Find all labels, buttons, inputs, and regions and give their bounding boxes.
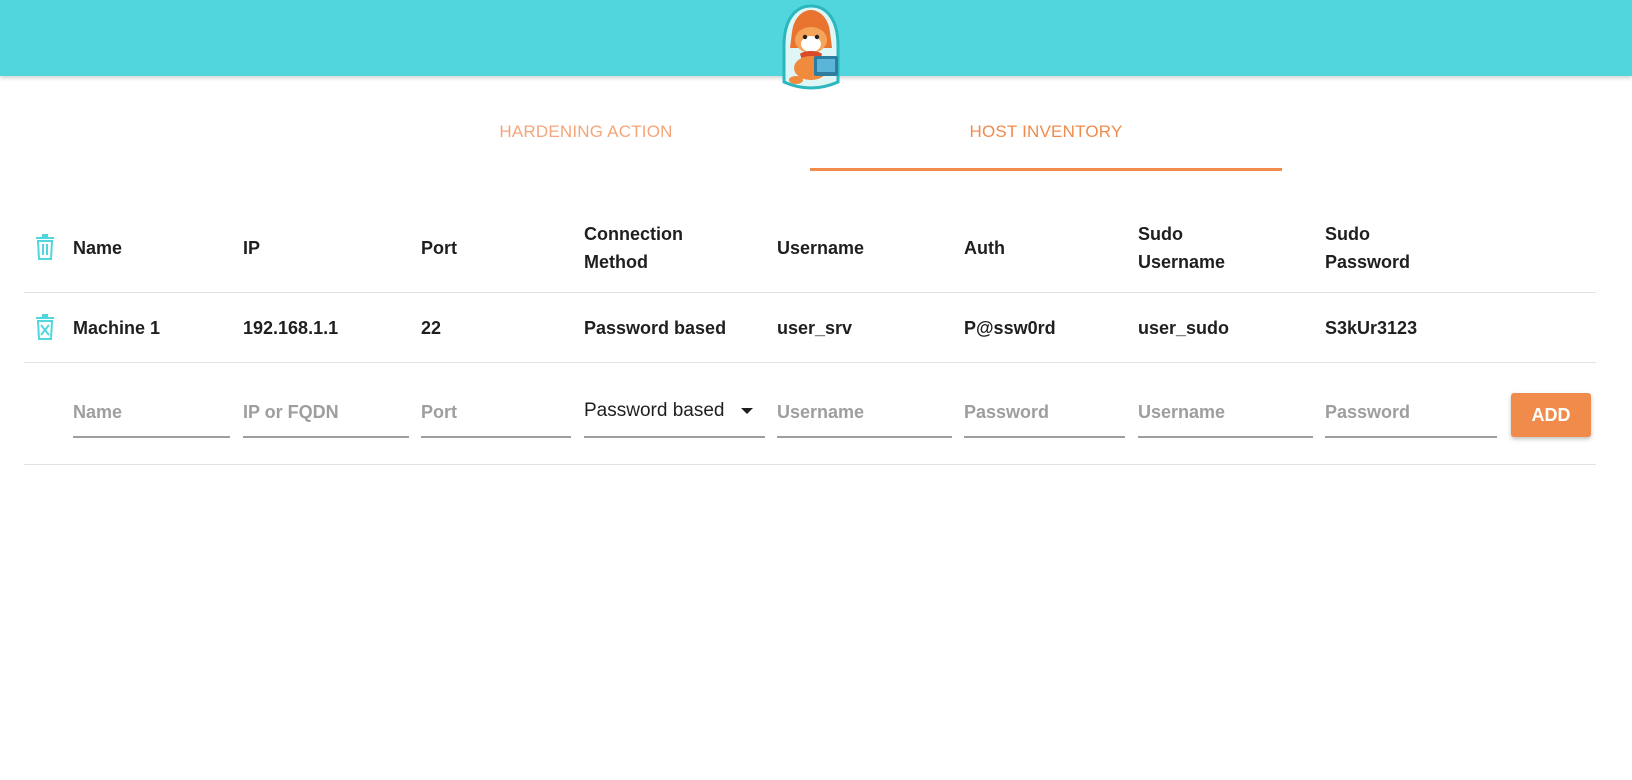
cell-sudo-password: S3kUr3123 xyxy=(1325,318,1418,338)
chevron-down-icon xyxy=(741,408,753,414)
add-button[interactable]: ADD xyxy=(1511,393,1591,437)
cell-port: 22 xyxy=(421,318,442,338)
port-field-container xyxy=(421,390,571,438)
column-header-connection-line2: Method xyxy=(584,252,648,272)
column-header-sudo-username: Sudo Username xyxy=(1138,220,1225,276)
column-header-ip: IP xyxy=(243,238,261,258)
port-input[interactable] xyxy=(421,390,571,434)
column-header-sudo-password-line1: Sudo xyxy=(1325,224,1370,244)
sudo-password-input[interactable] xyxy=(1325,390,1497,434)
column-header-connection-line1: Connection xyxy=(584,224,683,244)
connection-method-value: Password based xyxy=(584,400,725,421)
active-tab-indicator xyxy=(810,168,1282,171)
cell-auth: P@ssw0rd xyxy=(964,318,1056,338)
add-host-form-row: Password based ADD xyxy=(24,362,1596,465)
fox-hacker-mascot-icon xyxy=(782,4,840,90)
column-header-sudo-password-line2: Password xyxy=(1325,252,1411,272)
sudo-username-field-container xyxy=(1138,390,1313,438)
connection-method-select[interactable]: Password based xyxy=(584,390,765,438)
auth-field-container xyxy=(964,390,1125,438)
column-header-connection-method: Connection Method xyxy=(584,220,683,276)
delete-row-icon[interactable] xyxy=(34,314,56,340)
ip-field-container xyxy=(243,390,409,438)
cell-connection-method: Password based xyxy=(584,318,727,338)
tab-hardening-action[interactable]: HARDENING ACTION xyxy=(350,118,822,174)
table-header-row: Name IP Port Connection Method Username … xyxy=(24,208,1596,293)
column-header-port: Port xyxy=(421,238,457,258)
tab-bar: HARDENING ACTION HOST INVENTORY xyxy=(350,118,1282,174)
cell-username: user_srv xyxy=(777,318,853,338)
username-field-container xyxy=(777,390,952,438)
table-row: Machine 1 192.168.1.1 22 Password based … xyxy=(24,292,1596,363)
column-header-sudo-username-line2: Username xyxy=(1138,252,1226,272)
column-header-sudo-password: Sudo Password xyxy=(1325,220,1410,276)
username-input[interactable] xyxy=(777,390,952,434)
cell-ip: 192.168.1.1 xyxy=(243,318,339,338)
column-header-name: Name xyxy=(73,238,123,258)
trash-icon[interactable] xyxy=(34,234,56,260)
name-input[interactable] xyxy=(73,390,230,434)
name-field-container xyxy=(73,390,230,438)
column-header-username: Username xyxy=(777,238,865,258)
auth-password-input[interactable] xyxy=(964,390,1125,434)
ip-input[interactable] xyxy=(243,390,409,434)
sudo-password-field-container xyxy=(1325,390,1497,438)
cell-sudo-username: user_sudo xyxy=(1138,318,1230,338)
column-header-auth: Auth xyxy=(964,238,1005,258)
tab-host-inventory[interactable]: HOST INVENTORY xyxy=(810,118,1282,174)
sudo-username-input[interactable] xyxy=(1138,390,1313,434)
cell-name: Machine 1 xyxy=(73,318,161,338)
column-header-sudo-username-line1: Sudo xyxy=(1138,224,1183,244)
